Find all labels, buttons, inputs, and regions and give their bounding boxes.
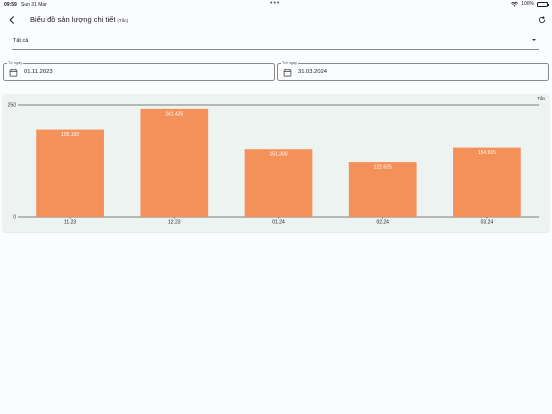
dropdown-selected-value: Tất cả (13, 38, 29, 44)
multitasking-dots-icon[interactable]: ••• (270, 0, 280, 7)
bar-value-label: 122.625 (374, 165, 392, 171)
production-bar-chart: 0 250 195.100 11.23 241.425 12.23 151.300 01.24… (8, 103, 539, 226)
calendar-icon (283, 68, 292, 77)
from-date-field[interactable]: Từ ngày 01.11.2023 (3, 61, 275, 81)
bar-value-label: 241.425 (165, 111, 183, 117)
chevron-left-icon (9, 16, 14, 24)
to-date-value: 31.03.2024 (298, 69, 328, 75)
back-button[interactable] (6, 14, 18, 26)
bar-value-label: 195.100 (61, 132, 79, 138)
page-title-text: Biểu đồ sản lượng chi tiết (30, 15, 116, 24)
battery-icon (537, 1, 549, 7)
battery-percent: 100% (521, 1, 534, 7)
status-date: Sun 31 Mar (21, 2, 47, 8)
app-bar: Biểu đồ sản lượng chi tiết (Tấn) (0, 10, 552, 30)
wifi-icon (511, 1, 519, 7)
page-title-unit: (Tấn) (117, 18, 129, 23)
to-date-label: Tới ngày (281, 61, 298, 65)
calendar-icon (9, 68, 18, 77)
to-date-field[interactable]: Tới ngày 31.03.2024 (277, 61, 549, 81)
category-dropdown[interactable]: Tất cả (12, 34, 539, 50)
bar (36, 129, 104, 217)
x-tick-label: 01.24 (272, 220, 285, 226)
y-tick-label: 0 (13, 215, 16, 221)
refresh-icon (538, 16, 546, 24)
x-tick-label: 02.24 (376, 220, 389, 226)
bar-value-label: 151.300 (269, 152, 287, 158)
x-tick-label: 12.23 (168, 220, 181, 226)
bar (140, 108, 209, 217)
production-chart-card: Tấn 0 250 195.100 11.23 241.425 12.23 151.300 0… (3, 94, 549, 232)
status-bar: 09:59 Sun 31 Mar ••• 100% (0, 0, 552, 10)
bar (453, 147, 521, 217)
bar-value-label: 154.915 (478, 150, 496, 156)
status-time: 09:59 (4, 2, 17, 8)
page-title: Biểu đồ sản lượng chi tiết (Tấn) (30, 15, 128, 24)
refresh-button[interactable] (536, 14, 548, 26)
x-tick-label: 11.23 (64, 220, 76, 226)
y-tick-label: 250 (8, 103, 17, 109)
bar (244, 149, 313, 217)
caret-down-icon (532, 39, 536, 41)
from-date-value: 01.11.2023 (24, 69, 53, 75)
from-date-label: Từ ngày (7, 61, 24, 65)
status-right: 100% (511, 1, 549, 7)
x-tick-label: 03.24 (481, 220, 494, 226)
